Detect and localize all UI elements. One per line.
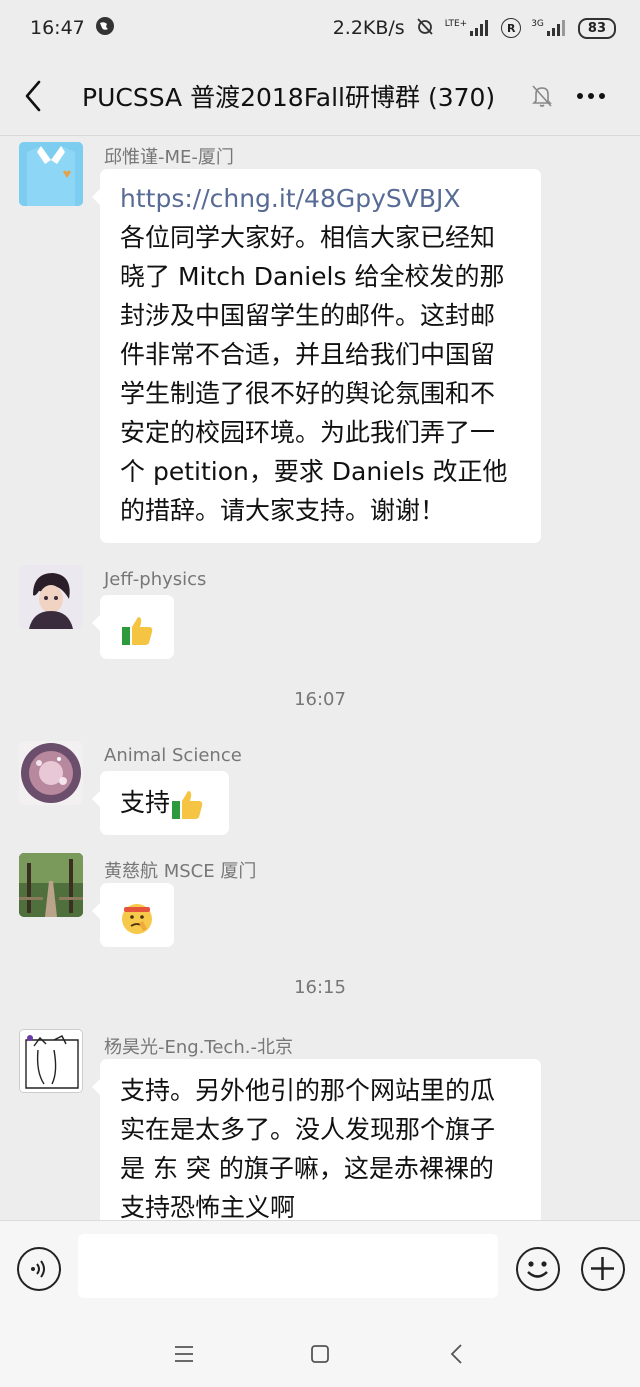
message-bubble[interactable]: [92, 883, 174, 947]
network-speed: 2.2KB/s: [332, 17, 405, 39]
sender-name: 杨昊光-Eng.Tech.-北京: [104, 1037, 293, 1058]
timestamp: 16:15: [294, 977, 346, 998]
avatar[interactable]: [19, 142, 83, 206]
message-line: 支持恐怖主义啊: [120, 1193, 296, 1220]
avatar[interactable]: [19, 1029, 83, 1093]
sender-name: Jeff-physics: [104, 569, 207, 590]
alarm-off-icon: [415, 16, 435, 41]
message-line: 个 petition，要求 Daniels 改正他: [120, 457, 508, 486]
message-bubble[interactable]: 支持: [92, 771, 229, 835]
more-actions-button[interactable]: [581, 1247, 625, 1291]
message-line: 学生制造了很不好的舆论氛围和不: [120, 379, 496, 408]
message-line: 各位同学大家好。相信大家已经知: [120, 223, 496, 252]
globe-icon: [95, 16, 115, 41]
message-line: 晓了 Mitch Daniels 给全校发的那: [120, 262, 505, 291]
status-right: 2.2KB/s LTE+ R 3G 83: [333, 16, 616, 41]
chat-message-list[interactable]: 邱惟谨-ME-厦门 https://chng.it/48GpySVBJX 各位同…: [0, 137, 640, 1220]
back-button[interactable]: [0, 56, 66, 136]
lte-signal-icon: LTE+: [445, 19, 492, 37]
menu-icon: [175, 1345, 193, 1362]
chat-title: PUCSSA 普渡2018Fall研博群 (370): [82, 82, 496, 112]
home-button[interactable]: [302, 1336, 338, 1372]
battery-indicator: 83: [577, 17, 616, 39]
home-square-icon: [311, 1344, 329, 1363]
3g-signal-icon: 3G: [531, 19, 568, 37]
message-line: 安定的校园环境。为此我们弄了一: [120, 418, 496, 447]
message-line: 件非常不合适，并且给我们中国留: [120, 340, 496, 369]
thumbs-up-icon: [172, 791, 203, 819]
sender-name: 黄慈航 MSCE 厦门: [104, 861, 257, 882]
avatar[interactable]: [19, 741, 83, 805]
message-link[interactable]: https://chng.it/48GpySVBJX: [120, 179, 521, 218]
plus-icon: [591, 1257, 614, 1280]
more-dots-icon: [577, 92, 605, 99]
voice-input-button[interactable]: [17, 1247, 61, 1291]
sender-name: Animal Science: [104, 745, 242, 766]
shushing-face-icon: [122, 904, 152, 934]
message-line: 支持。另外他引的那个网站里的瓜: [120, 1076, 496, 1105]
status-time: 16:47: [30, 17, 85, 39]
chevron-left-icon: [25, 80, 41, 111]
mute-icon: [522, 84, 562, 108]
menu-button[interactable]: [166, 1336, 202, 1372]
message-bubble[interactable]: [92, 595, 174, 659]
message-line: 实在是太多了。没人发现那个旗子: [120, 1115, 496, 1144]
message-line: 是 东 突 的旗子嘛，这是赤裸裸的: [120, 1154, 494, 1183]
message-line: 封涉及中国留学生的邮件。这封邮: [120, 301, 496, 330]
sender-name: 邱惟谨-ME-厦门: [104, 147, 234, 168]
voice-wave-icon: [31, 1260, 45, 1278]
chat-header: PUCSSA 普渡2018Fall研博群 (370): [0, 56, 640, 136]
system-back-button[interactable]: [438, 1336, 474, 1372]
timestamp: 16:07: [294, 689, 346, 710]
status-bar: 16:47 2.2KB/s LTE+ R 3G 83: [0, 0, 640, 56]
emoji-button[interactable]: [516, 1247, 560, 1291]
message-input[interactable]: [78, 1234, 498, 1298]
avatar[interactable]: [19, 853, 83, 917]
status-left: 16:47: [30, 16, 115, 41]
more-options-button[interactable]: [562, 92, 620, 100]
message-input-bar: [0, 1220, 640, 1320]
avatar[interactable]: [19, 565, 83, 629]
system-navigation-bar: [0, 1320, 640, 1387]
message-bubble[interactable]: https://chng.it/48GpySVBJX 各位同学大家好。相信大家已…: [92, 169, 541, 543]
message-bubble[interactable]: 支持。另外他引的那个网站里的瓜 实在是太多了。没人发现那个旗子 是 东 突 的旗…: [92, 1059, 541, 1220]
thumbs-up-icon: [122, 617, 153, 645]
smiley-icon: [527, 1261, 548, 1278]
roaming-icon: R: [501, 18, 522, 38]
message-text: 支持: [120, 788, 171, 817]
back-triangle-icon: [450, 1343, 462, 1364]
message-line: 的措辞。请大家支持。谢谢！: [120, 496, 446, 525]
